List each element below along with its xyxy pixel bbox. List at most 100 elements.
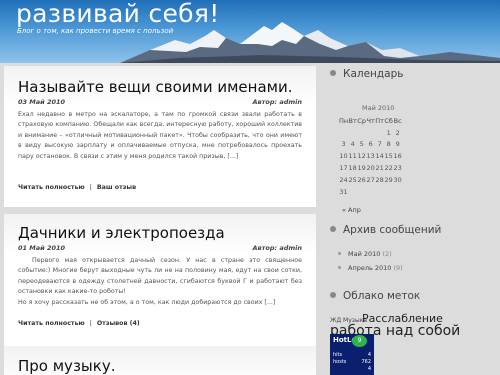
post-2: Дачники и электропоезда 01 Май 2010 Авто…	[4, 214, 316, 354]
calendar-day: 7	[377, 140, 382, 149]
calendar-day: 13	[366, 152, 375, 161]
calendar-day: 1	[386, 128, 391, 137]
counter-value: 762	[361, 359, 371, 365]
post-date: 01 Май 2010	[18, 244, 66, 252]
calendar-week-row: 31	[339, 186, 402, 198]
calendar-day: 27	[366, 175, 375, 184]
calendar-day: 19	[357, 164, 366, 173]
archive-count: (9)	[393, 264, 403, 272]
calendar-day: 6	[368, 140, 373, 149]
calendar-prev-month-link[interactable]: « Апр	[342, 206, 361, 214]
post-author[interactable]: Автор: admin	[252, 98, 302, 106]
calendar-empty-cell	[348, 186, 357, 198]
counter-label: hits	[333, 352, 343, 358]
calendar-weekday: Вт	[348, 116, 357, 125]
comments-link[interactable]: Ваш отзыв	[97, 184, 136, 191]
calendar-day: 29	[384, 175, 393, 184]
archive-count: (2)	[382, 250, 392, 258]
calendar-day: 26	[357, 175, 366, 184]
bullet-icon	[330, 292, 336, 298]
calendar-empty-cell	[375, 186, 384, 198]
calendar-widget-title: Календарь	[330, 68, 403, 80]
calendar-day: 17	[339, 164, 348, 173]
calendar-weekday: Пт	[375, 116, 384, 125]
tags-title-text: Облако меток	[343, 290, 421, 302]
calendar-day: 31	[339, 187, 348, 196]
calendar-day: 23	[393, 164, 402, 173]
calendar-day: 2	[395, 128, 400, 137]
calendar-weekday: Сб	[384, 116, 393, 125]
list-dot-icon	[338, 252, 341, 255]
calendar-day: 25	[348, 175, 357, 184]
calendar-day: 30	[393, 175, 402, 184]
calendar-day: 18	[348, 164, 357, 173]
link-separator: |	[89, 320, 92, 327]
calendar-day: 8	[386, 140, 391, 149]
comments-link[interactable]: Отзывов (4)	[97, 320, 140, 327]
link-separator: |	[89, 184, 92, 191]
read-more-link[interactable]: Читать полностью	[18, 184, 85, 191]
calendar-empty-cell	[357, 186, 366, 198]
post-date: 03 Май 2010	[18, 98, 66, 106]
hotlog-counter-badge[interactable]: HotLog 9 hits 4 hosts 762 4	[330, 334, 374, 375]
counter-value: 4	[367, 366, 371, 372]
calendar-day: 10	[339, 152, 348, 161]
calendar-weekday: Вс	[393, 116, 402, 125]
calendar-day: 28	[375, 175, 384, 184]
archive-item[interactable]: Апрель 2010 (9)	[338, 264, 403, 272]
calendar-day: 9	[395, 140, 400, 149]
calendar-day: 5	[359, 140, 364, 149]
archive-widget-title: Архив сообщений	[330, 224, 441, 236]
calendar-caption: Май 2010	[362, 104, 395, 112]
counter-value: 4	[367, 352, 371, 358]
calendar-day: 15	[384, 152, 393, 161]
post-3: Про музыку.	[4, 346, 316, 375]
archive-item[interactable]: Май 2010 (2)	[338, 250, 392, 258]
calendar-empty-cell	[366, 127, 375, 139]
post-text: Ехал недавно в метро на эскалаторе, а та…	[18, 111, 302, 160]
site-title[interactable]: развивай себя!	[16, 0, 220, 28]
calendar-weekday: Чт	[366, 116, 375, 125]
tags-widget-title: Облако меток	[330, 290, 420, 302]
site-header: развивай себя! Блог о том, как провести …	[0, 0, 500, 63]
calendar-empty-cell	[357, 127, 366, 139]
calendar-day: 11	[348, 152, 357, 161]
archive-link[interactable]: Май 2010	[348, 250, 380, 258]
post-excerpt: Первого мая открывается дачный сезон. У …	[18, 256, 302, 308]
post-links: Читать полностью | Отзывов (4)	[18, 320, 140, 327]
calendar-empty-cell	[375, 127, 384, 139]
counter-ring: 9	[352, 335, 367, 347]
post-1: Называйте вещи своими именами. 03 Май 20…	[4, 66, 316, 207]
calendar-empty-cell	[384, 186, 393, 198]
calendar-table: Пн Вт Ср Чт Пт Сб Вс 1 2 3 4 5 6 7 8 9 10 11 12 13 14 15 16 17…	[339, 115, 402, 198]
calendar-day: 14	[375, 152, 384, 161]
calendar-day: 3	[341, 140, 346, 149]
bullet-icon	[330, 70, 336, 76]
list-dot-icon	[338, 266, 341, 269]
calendar-empty-cell	[393, 186, 402, 198]
calendar-day: 21	[375, 164, 384, 173]
read-more-link[interactable]: Читать полностью	[18, 320, 85, 327]
calendar-week-row: 10 11 12 13 14 15 16	[339, 150, 402, 162]
calendar-week-row: 24 25 26 27 28 29 30	[339, 174, 402, 186]
post-author[interactable]: Автор: admin	[252, 244, 302, 252]
calendar-day: 22	[384, 164, 393, 173]
post-title[interactable]: Называйте вещи своими именами.	[18, 78, 293, 96]
calendar-day: 12	[357, 152, 366, 161]
calendar-title-text: Календарь	[343, 68, 404, 80]
calendar-day: 16	[393, 152, 402, 161]
calendar-week-row: 12	[339, 127, 402, 139]
calendar-empty-cell	[339, 127, 348, 139]
calendar-empty-cell	[348, 127, 357, 139]
post-title[interactable]: Дачники и электропоезда	[18, 224, 225, 242]
sidebar: Календарь Май 2010 Пн Вт Ср Чт Пт Сб Вс 123456…	[322, 66, 500, 375]
calendar-day: 20	[366, 164, 375, 173]
calendar-weekday: Ср	[357, 116, 366, 125]
bullet-icon	[330, 226, 336, 232]
post-text: Первого мая открывается дачный сезон. У …	[18, 257, 302, 296]
post-excerpt: Ехал недавно в метро на эскалаторе, а та…	[18, 110, 302, 162]
calendar-week-row: 17 18 19 20 21 22 23	[339, 162, 402, 174]
archive-link[interactable]: Апрель 2010	[348, 264, 391, 272]
post-title[interactable]: Про музыку.	[18, 357, 115, 375]
post-links: Читать полностью | Ваш отзыв	[18, 184, 136, 191]
